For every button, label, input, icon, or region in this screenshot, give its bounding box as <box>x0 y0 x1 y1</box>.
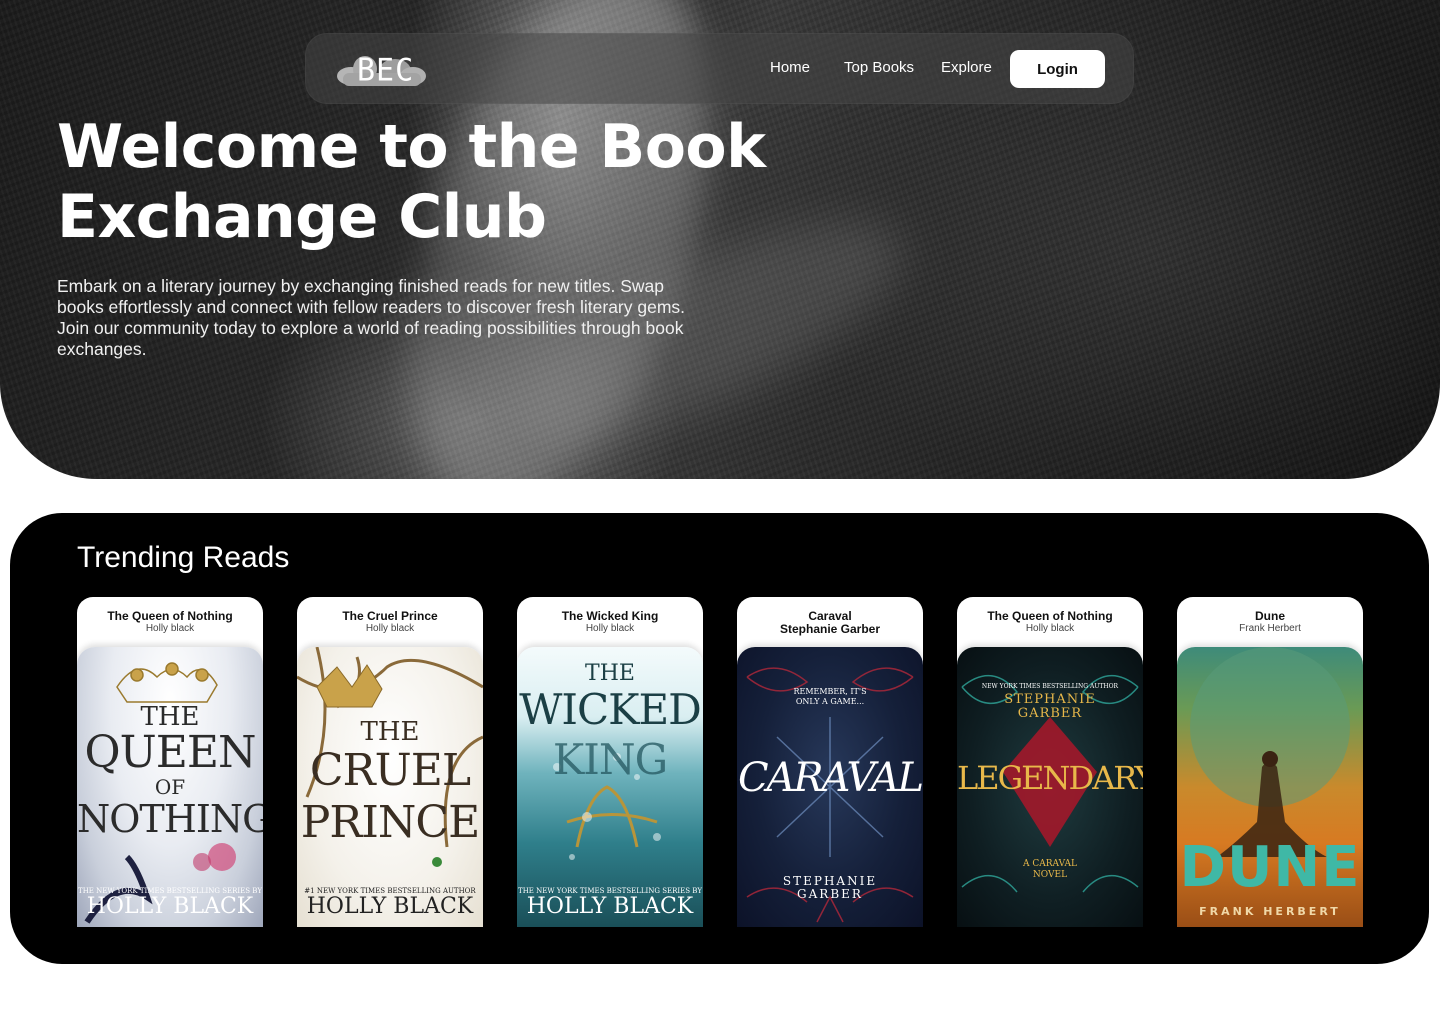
book-card[interactable]: The Cruel Prince Holly black THE CRUEL P… <box>297 597 483 927</box>
cover-title-line: CARAVAL <box>737 755 923 801</box>
book-cover[interactable]: NEW YORK TIMES BESTSELLING AUTHOR STEPHA… <box>957 647 1143 927</box>
cover-title-line: OF <box>154 775 186 799</box>
nav-explore-link[interactable]: Explore <box>941 59 992 76</box>
login-button[interactable]: Login <box>1010 50 1105 88</box>
cover-title-line: PRINCE <box>300 797 480 848</box>
book-author: Stephanie Garber <box>779 622 881 636</box>
book-title: Caraval <box>808 609 852 623</box>
book-author: Frank Herbert <box>1239 623 1301 634</box>
cover-tagline: NEW YORK TIMES BESTSELLING AUTHOR <box>981 683 1119 690</box>
cover-author: HOLLY BLACK <box>86 894 254 919</box>
cover-title-line: THE <box>585 661 635 686</box>
cover-author: HOLLY BLACK <box>526 894 694 919</box>
book-title: The Queen of Nothing <box>107 609 233 623</box>
nav-home-link[interactable]: Home <box>770 59 810 76</box>
book-author: Holly black <box>365 623 415 634</box>
navbar: BEC Home Top Books Explore Login <box>305 33 1134 104</box>
trending-title: Trending Reads <box>77 541 290 574</box>
book-cover[interactable]: DUNE FRANK HERBERT <box>1177 647 1363 927</box>
book-title: The Cruel Prince <box>342 609 438 623</box>
book-cover[interactable]: THE WICKED KING THE NEW YORK TIMES BESTS… <box>517 647 703 927</box>
hero-title: Welcome to the Book Exchange Club <box>57 112 766 252</box>
cover-subtitle: A CARAVAL NOVEL <box>1023 859 1077 880</box>
book-cover[interactable]: THE CRUEL PRINCE #1 NEW YORK TIMES BESTS… <box>297 647 483 927</box>
cover-author: STEPHANIE GARBER <box>1004 692 1096 721</box>
cover-title-line: QUEEN <box>84 727 257 778</box>
cover-title-line: WICKED <box>519 685 702 734</box>
hero-description: Embark on a literary journey by exchangi… <box>57 276 686 359</box>
book-card[interactable]: The Queen of Nothing Holly black THE QUE… <box>77 597 263 927</box>
nav-top-books-link[interactable]: Top Books <box>844 59 914 76</box>
hero-section: BEC Home Top Books Explore Login Welcome… <box>0 0 1440 479</box>
cover-author: STEPHANIE GARBER <box>782 874 878 901</box>
cover-title-line: CRUEL <box>309 745 471 796</box>
book-card[interactable]: The Wicked King Holly black THE WICKED K… <box>517 597 703 927</box>
book-author: Holly black <box>585 623 635 634</box>
cover-author: FRANK HERBERT <box>1199 905 1341 918</box>
book-card[interactable]: The Queen of Nothing Holly black NEW YOR… <box>957 597 1143 927</box>
trending-section: Trending Reads The Queen of Nothing Holl… <box>10 513 1429 964</box>
book-card[interactable]: Dune Frank Herbert DUNE FRANK HERBERT <box>1177 597 1363 927</box>
cover-tagline: REMEMBER, IT'S ONLY A GAME... <box>793 687 867 706</box>
book-author: Holly black <box>145 623 195 634</box>
book-title: The Queen of Nothing <box>987 609 1113 623</box>
book-title: Dune <box>1255 609 1285 623</box>
cover-title-line: THE <box>360 717 420 747</box>
book-author: Holly black <box>1025 623 1075 634</box>
cover-title-line: LEGENDARY <box>957 759 1143 797</box>
book-card[interactable]: Caraval Stephanie Garber REMEMBER, IT'S … <box>737 597 923 927</box>
book-title: The Wicked King <box>561 609 659 623</box>
cover-author: HOLLY BLACK <box>306 894 474 919</box>
logo-text: BEC <box>357 52 415 89</box>
cover-title-line: NOTHING <box>77 797 263 841</box>
cover-title-line: DUNE <box>1179 835 1361 900</box>
logo[interactable]: BEC <box>335 47 427 89</box>
book-cover[interactable]: THE QUEEN OF NOTHING THE NEW YORK TIMES … <box>77 647 263 927</box>
cover-title-line: KING <box>552 735 668 784</box>
book-cover[interactable]: REMEMBER, IT'S ONLY A GAME... CARAVAL ST… <box>737 647 923 927</box>
